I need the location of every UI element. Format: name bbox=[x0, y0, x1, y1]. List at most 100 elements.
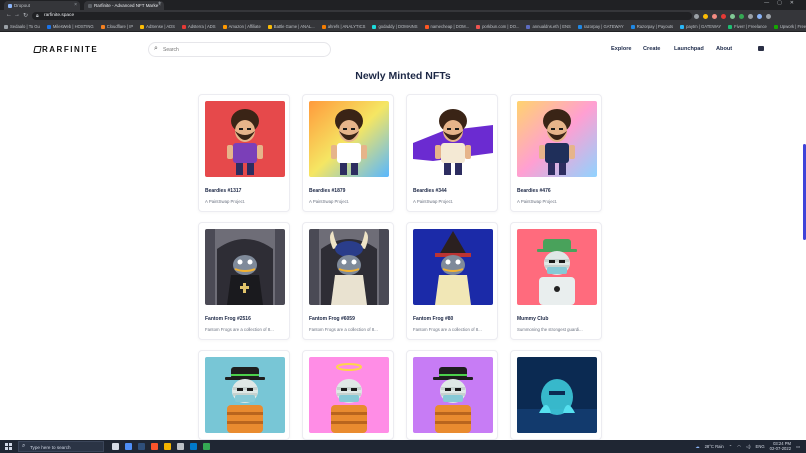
wallet-icon[interactable] bbox=[758, 46, 764, 51]
chevron-up-icon[interactable]: ⌃ bbox=[729, 444, 733, 449]
app-icon[interactable] bbox=[177, 443, 184, 450]
bookmark-item[interactable]: MilesWeb | HOSTING bbox=[46, 24, 94, 29]
forward-arrow-icon[interactable]: → bbox=[14, 12, 20, 18]
bookmark-item[interactable]: Upwork | Freelance bbox=[773, 24, 806, 29]
steam-icon[interactable] bbox=[138, 443, 145, 450]
bookmark-label: Cloudflare | IP bbox=[106, 24, 134, 29]
nft-thumbnail[interactable] bbox=[413, 229, 493, 305]
nft-card[interactable]: Mummy Club Summoning the strongest guardi… bbox=[510, 222, 602, 340]
nft-thumbnail[interactable] bbox=[517, 229, 597, 305]
volume-icon[interactable]: ◁) bbox=[746, 444, 751, 449]
nft-thumbnail[interactable] bbox=[517, 357, 597, 433]
nav-about[interactable]: About bbox=[716, 46, 732, 52]
nft-card[interactable] bbox=[198, 350, 290, 440]
nft-name[interactable]: Fantom Frog #2516 bbox=[205, 316, 251, 322]
bookmark-item[interactable]: Razorpay | Payouts bbox=[630, 24, 673, 29]
windows-start-icon[interactable] bbox=[5, 443, 12, 450]
browser-tab-rarfinite[interactable]: Rarfinite - Advanced NFT Marke × bbox=[84, 1, 164, 10]
vscode-icon[interactable] bbox=[190, 443, 197, 450]
nft-card[interactable] bbox=[302, 350, 394, 440]
site-logo[interactable]: RARFINITE bbox=[33, 45, 98, 54]
task-view-icon[interactable] bbox=[112, 443, 119, 450]
nft-card[interactable]: Beardies #1317 A PaintSwap Project. bbox=[198, 94, 290, 212]
star-icon[interactable] bbox=[703, 13, 708, 19]
tab-favicon bbox=[8, 3, 12, 8]
nft-name[interactable]: Fantom Frog #80 bbox=[413, 316, 453, 322]
nft-name[interactable]: Beardies #344 bbox=[413, 188, 447, 194]
notifications-icon[interactable]: ▭ bbox=[796, 444, 800, 449]
bookmark-label: porkbun.com | DO... bbox=[482, 24, 520, 29]
nft-name[interactable]: Beardies #1317 bbox=[205, 188, 241, 194]
nft-thumbnail[interactable] bbox=[309, 357, 389, 433]
bookmark-favicon bbox=[476, 24, 481, 29]
nft-thumbnail[interactable] bbox=[205, 357, 285, 433]
nft-name[interactable]: Beardies #1879 bbox=[309, 188, 345, 194]
bookmark-item[interactable]: porkbun.com | DO... bbox=[476, 24, 519, 29]
nft-thumbnail[interactable] bbox=[309, 101, 389, 177]
bookmark-item[interactable]: ahrefs | ANALYTICS bbox=[321, 24, 365, 29]
file-explorer-icon[interactable] bbox=[164, 443, 171, 450]
logo-mark-icon bbox=[33, 46, 42, 53]
nft-card[interactable] bbox=[510, 350, 602, 440]
weather-icon[interactable]: ☁ bbox=[695, 444, 699, 449]
bookmark-item[interactable]: paytm | GATEWAY bbox=[680, 24, 721, 29]
bookmark-item[interactable]: Adsterra | ADS bbox=[181, 24, 216, 29]
bookmark-item[interactable]: Battle Game | ANAL... bbox=[267, 24, 315, 29]
nft-card[interactable]: Beardies #1879 A PaintSwap Project. bbox=[302, 94, 394, 212]
new-tab-button[interactable]: + bbox=[158, 1, 162, 7]
kebab-menu-icon[interactable] bbox=[766, 13, 771, 19]
profile-avatar[interactable] bbox=[757, 13, 762, 19]
window-controls[interactable]: —▢✕ bbox=[764, 0, 802, 6]
close-tab-icon[interactable]: × bbox=[74, 2, 77, 8]
nft-card[interactable]: Fantom Frog #6059 Fantom Frogs are a coll… bbox=[302, 222, 394, 340]
nft-card[interactable]: Beardies #344 A PaintSwap Project. bbox=[406, 94, 498, 212]
nft-card[interactable]: Fantom Frog #80 Fantom Frogs are a collec… bbox=[406, 222, 498, 340]
bookmark-item[interactable]: Amazon | Affiliate bbox=[222, 24, 261, 29]
language-indicator[interactable]: ENG bbox=[756, 444, 765, 449]
lock-icon: 🔒︎ bbox=[36, 13, 39, 19]
extension-icon[interactable] bbox=[730, 13, 735, 19]
extension-icon[interactable] bbox=[712, 13, 717, 19]
bookmark-item[interactable]: AdSense | ADS bbox=[140, 24, 175, 29]
nft-card[interactable]: Beardies #476 A PaintSwap Project. bbox=[510, 94, 602, 212]
share-icon[interactable] bbox=[694, 13, 699, 19]
bookmark-item[interactable]: Fiverr | Freelance bbox=[728, 24, 767, 29]
bookmark-item[interactable]: Cloudflare | IP bbox=[100, 24, 134, 29]
taskbar-search[interactable]: ⌕ Type here to search bbox=[18, 441, 104, 452]
clock[interactable]: 03:24 PM 02-07-2022 bbox=[770, 441, 791, 452]
nav-explore[interactable]: Explore bbox=[611, 46, 632, 52]
brave-icon[interactable] bbox=[151, 443, 158, 450]
nft-thumbnail[interactable] bbox=[309, 229, 389, 305]
nft-thumbnail[interactable] bbox=[517, 101, 597, 177]
site-search[interactable]: ⌕ bbox=[148, 42, 331, 57]
bookmark-item[interactable]: namecheap | DOM... bbox=[424, 24, 469, 29]
nft-description: Fantom Frogs are a collection of 8... bbox=[309, 327, 378, 332]
chrome-icon[interactable] bbox=[203, 443, 210, 450]
nft-name[interactable]: Beardies #476 bbox=[517, 188, 551, 194]
nft-thumbnail[interactable] bbox=[413, 101, 493, 177]
browser-tab-dropout[interactable]: Dropout × bbox=[4, 1, 80, 10]
nft-thumbnail[interactable] bbox=[205, 101, 285, 177]
nft-name[interactable]: Mummy Club bbox=[517, 316, 548, 322]
extension-icon[interactable] bbox=[721, 13, 726, 19]
address-bar[interactable]: 🔒︎ rarfinite.space bbox=[32, 12, 692, 20]
puzzle-icon[interactable] bbox=[748, 13, 753, 19]
search-input[interactable] bbox=[163, 46, 323, 54]
bookmark-item[interactable]: annualdns.eth | ENS bbox=[526, 24, 571, 29]
nft-card[interactable]: Fantom Frog #2516 Fantom Frogs are a coll… bbox=[198, 222, 290, 340]
wifi-icon[interactable]: ◠ bbox=[737, 444, 741, 449]
nav-create[interactable]: Create bbox=[643, 46, 660, 52]
bookmark-item[interactable]: godaddy | DOMAINS bbox=[372, 24, 418, 29]
nav-launchpad[interactable]: Launchpad bbox=[674, 46, 704, 52]
back-arrow-icon[interactable]: ← bbox=[6, 12, 12, 18]
reload-icon[interactable]: ↻ bbox=[23, 12, 28, 19]
extension-icon[interactable] bbox=[739, 13, 744, 19]
app-icon[interactable] bbox=[125, 443, 132, 450]
bookmark-item[interactable]: razorpay | GATEWAY bbox=[577, 24, 624, 29]
bookmark-item[interactable]: Sedaalo | To Gu bbox=[4, 24, 40, 29]
nft-card[interactable] bbox=[406, 350, 498, 440]
nft-name[interactable]: Fantom Frog #6059 bbox=[309, 316, 355, 322]
nft-thumbnail[interactable] bbox=[205, 229, 285, 305]
weather-text[interactable]: 28°C Rain bbox=[705, 444, 724, 449]
nft-thumbnail[interactable] bbox=[413, 357, 493, 433]
